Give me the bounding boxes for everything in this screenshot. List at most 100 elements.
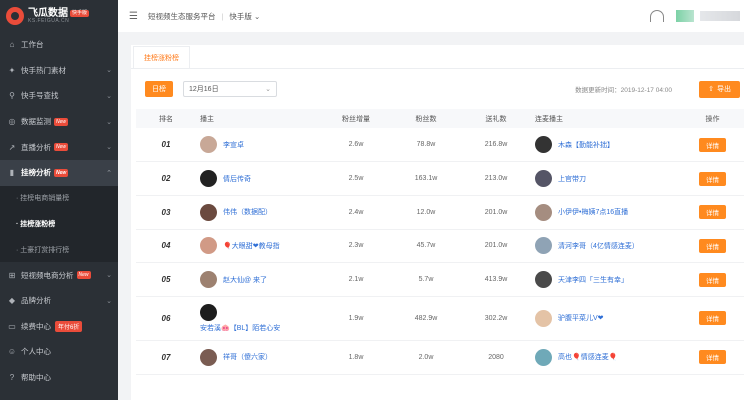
gift-count: 201.0w [461,195,531,230]
sidebar-subitem-1[interactable]: · 挂榜涨粉榜 [0,211,118,237]
sidebar-item-6[interactable]: ⊞ 短视频电商分析 New ⌄ [0,262,118,288]
home-icon: ⌂ [9,40,15,50]
sidebar-item-1[interactable]: ✦ 快手热门素材 ⌄ [0,58,118,84]
rank: 05 [136,262,196,297]
detail-button[interactable]: 详情 [699,311,726,326]
avatar[interactable] [535,237,552,255]
tab-fans-growth[interactable]: 挂榜涨粉榜 [133,46,190,68]
menu-icon[interactable]: ☰ [129,11,138,22]
fans-count: 2.0w [391,340,461,375]
new-badge: New [54,168,69,177]
fans-count: 5.7w [391,262,461,297]
date-select[interactable]: 12月16日 ⌄ [183,81,277,97]
sidebar-item-2[interactable]: ⚲ 快手号查找 ⌄ [0,83,118,109]
anchor-name[interactable]: 伟伟（数据配） [223,207,272,217]
rank: 06 [136,296,196,341]
anchor-name[interactable]: 倩后传奇 [223,174,251,184]
daily-rank-button[interactable]: 日榜 [145,81,173,97]
avatar[interactable] [200,348,217,366]
detail-button[interactable]: 详情 [699,171,726,186]
chevron-up-icon: ⌃ [106,169,112,177]
table-row: 01 李宣卓 2.6w 78.8w 216.8w 木森【勤能补拙】 详情 [136,128,744,163]
partner-name[interactable]: 小伊伊•梅姨7点16直播 [558,207,628,217]
card-icon: ▭ [8,321,16,331]
column-header: 排名 [136,109,196,128]
avatar[interactable] [200,303,217,321]
sidebar-item-9[interactable]: ☺ 个人中心 [0,339,118,365]
user-menu[interactable] [676,10,740,22]
column-header: 粉丝数 [391,109,461,128]
headset-icon[interactable] [650,10,664,22]
anchor-name[interactable]: 🎈大眼甜❤教母指 [223,241,280,251]
fans-growth: 2.3w [321,229,391,264]
partner-name[interactable]: 驴腹平菜儿V❤ [558,313,604,323]
logo[interactable]: 飞瓜数据 快手版 KS.FEIGUA.CN [0,0,118,32]
anchor-name[interactable]: 安若溪🐽【BL】陌若心安 [200,323,280,333]
version-dropdown[interactable]: 快手版 ⌄ [229,11,260,22]
gift-count: 302.2w [461,296,531,341]
fans-growth: 1.9w [321,296,391,341]
avatar[interactable] [535,170,552,188]
fans-growth: 2.6w [321,128,391,163]
avatar[interactable] [200,271,217,289]
sidebar: 飞瓜数据 快手版 KS.FEIGUA.CN ⌂ 工作台 ✦ 快手热门素材 ⌄ ⚲ 快手号查找… [0,0,118,400]
partner-name[interactable]: 清河李哥（4亿情感连麦） [558,241,639,251]
partner-name[interactable]: 天津李四「三生有幸」 [558,275,628,285]
sidebar-item-label: 挂榜分析 [21,168,51,178]
table-row: 04 🎈大眼甜❤教母指 2.3w 45.7w 201.0w 清河李哥（4亿情感连麦） 详情 [136,229,744,264]
sidebar-item-10[interactable]: ? 帮助中心 [0,365,118,391]
avatar[interactable] [200,203,217,221]
detail-button[interactable]: 详情 [699,272,726,287]
sidebar-item-3[interactable]: ◎ 数据监测 New ⌄ [0,109,118,135]
platform-title: 短视频生态服务平台 [147,11,216,21]
fans-count: 78.8w [391,128,461,163]
avatar[interactable] [535,136,552,154]
chevron-down-icon: ⌄ [106,272,112,280]
table-row: 07 祥哥（傻六家） 1.8w 2.0w 2080 高也🎈情感连麦🎈 详情 [136,340,744,375]
export-button[interactable]: ⇧ 导出 [699,80,740,98]
avatar[interactable] [200,170,217,188]
main-panel: 挂榜涨粉榜 日榜 12月16日 ⌄ 数据更新时间：2019-12-17 04:0… [131,45,744,400]
avatar[interactable] [535,271,552,289]
avatar[interactable] [535,348,552,366]
partner-name[interactable]: 木森【勤能补拙】 [558,140,614,150]
search-icon: ⚲ [9,91,15,101]
avatar[interactable] [200,237,217,255]
partner-name[interactable]: 高也🎈情感连麦🎈 [558,352,617,362]
sidebar-item-0[interactable]: ⌂ 工作台 [0,32,118,58]
bar-chart-icon: ▮ [9,168,15,178]
brand-badge: 快手版 [70,9,90,17]
sidebar-item-label: 工作台 [21,40,44,50]
trend-icon: ↗ [8,142,16,152]
sidebar-item-5[interactable]: ▮ 挂榜分析 New ⌃ [0,159,118,186]
detail-button[interactable]: 详情 [699,238,726,253]
sidebar-item-label: 个人中心 [21,347,51,357]
sidebar-subitem-2[interactable]: · 土豪打赏排行榜 [0,236,118,263]
sidebar-item-8[interactable]: ▭ 续费中心 年付6折 [0,314,118,340]
anchor-name[interactable]: 祥哥（傻六家） [223,352,272,362]
detail-button[interactable]: 详情 [699,137,726,152]
fans-growth: 1.8w [321,340,391,375]
table-row: 06 安若溪🐽【BL】陌若心安 1.9w 482.9w 302.2w 驴腹平菜儿V❤ 详情 [136,296,744,341]
fans-count: 482.9w [391,296,461,341]
logo-mark-icon [6,7,24,25]
sidebar-subitem-0[interactable]: · 挂榜电商销量榜 [0,185,118,212]
avatar[interactable] [535,309,552,327]
sidebar-item-label: 品牌分析 [21,296,51,306]
sidebar-item-label: 帮助中心 [21,373,51,383]
anchor-name[interactable]: 赵大仙@ 来了 [223,275,267,285]
detail-button[interactable]: 详情 [699,205,726,220]
fans-growth: 2.5w [321,161,391,196]
rank: 04 [136,229,196,264]
chevron-down-icon: ⌄ [106,297,112,305]
new-badge: New [54,117,69,126]
chevron-down-icon: ⌄ [106,92,112,100]
sidebar-item-7[interactable]: ◆ 品牌分析 ⌄ [0,288,118,314]
avatar[interactable] [535,203,552,221]
sidebar-item-4[interactable]: ↗ 直播分析 New ⌄ [0,134,118,160]
partner-name[interactable]: 上官带刀 [558,174,586,184]
avatar[interactable] [200,136,217,154]
chevron-down-icon: ⌄ [265,86,271,93]
detail-button[interactable]: 详情 [699,350,726,365]
anchor-name[interactable]: 李宣卓 [223,140,244,150]
